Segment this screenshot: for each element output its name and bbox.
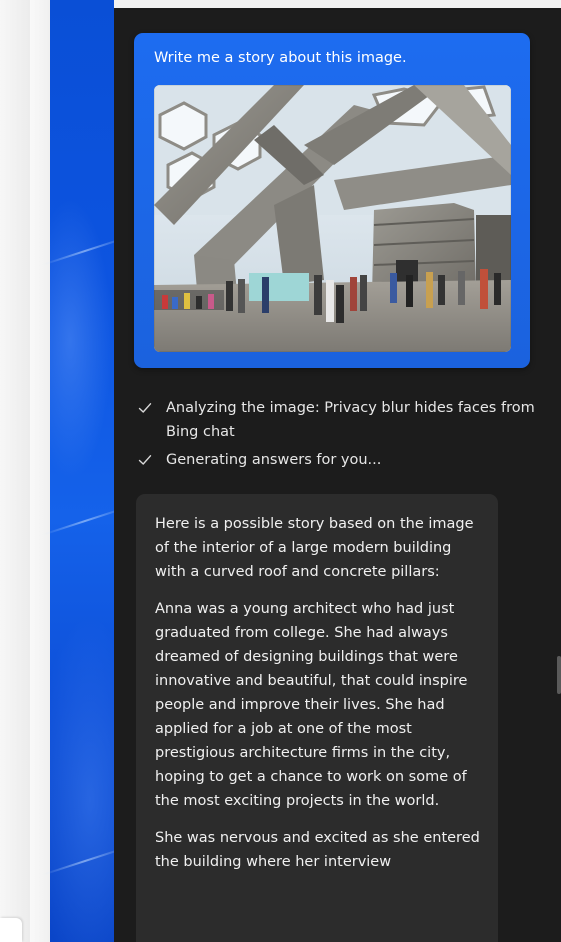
progress-steps: Analyzing the image: Privacy blur hides … <box>136 396 546 476</box>
attached-image[interactable] <box>154 85 511 352</box>
step-analyzing-image: Analyzing the image: Privacy blur hides … <box>136 396 546 444</box>
answer-paragraph: She was nervous and excited as she enter… <box>155 830 480 870</box>
checkmark-icon <box>138 455 152 465</box>
assistant-message-bubble: Here is a possible story based on the im… <box>136 494 498 942</box>
scrollbar-thumb[interactable] <box>557 656 561 694</box>
screen: Write me a story about this image. Analy… <box>0 0 561 942</box>
desktop-window-edge <box>0 0 50 942</box>
step-label: Analyzing the image: Privacy blur hides … <box>166 400 535 440</box>
answer-paragraph: Here is a possible story based on the im… <box>155 516 474 580</box>
user-message-text: Write me a story about this image. <box>154 50 407 66</box>
user-message-bubble: Write me a story about this image. <box>134 33 530 368</box>
checkmark-icon <box>138 403 152 413</box>
window-corner-tab <box>0 918 22 942</box>
chat-panel[interactable]: Write me a story about this image. Analy… <box>114 8 561 942</box>
window-border <box>30 0 50 942</box>
answer-paragraph: Anna was a young architect who had just … <box>155 601 468 809</box>
desktop-wallpaper <box>41 0 129 942</box>
panel-top-gap <box>114 0 561 8</box>
step-generating-answers: Generating answers for you... <box>136 448 546 472</box>
step-label: Generating answers for you... <box>166 452 382 468</box>
